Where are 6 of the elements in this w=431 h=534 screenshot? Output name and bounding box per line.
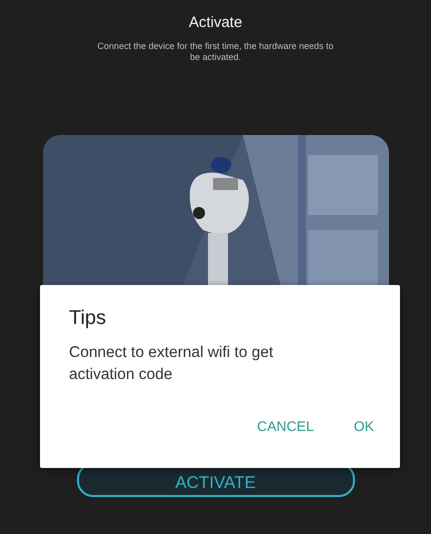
dialog-title: Tips xyxy=(69,307,108,330)
dialog-button[interactable]: CANCEL xyxy=(248,414,322,438)
subtitle: Connect the device for the first time, the hardware needs to be activated. xyxy=(96,41,335,63)
screen-title: Activate xyxy=(188,14,242,31)
dialog-button[interactable]: OK xyxy=(346,414,382,438)
dialog-message: Connect to external wifi to get activation code xyxy=(69,343,274,385)
